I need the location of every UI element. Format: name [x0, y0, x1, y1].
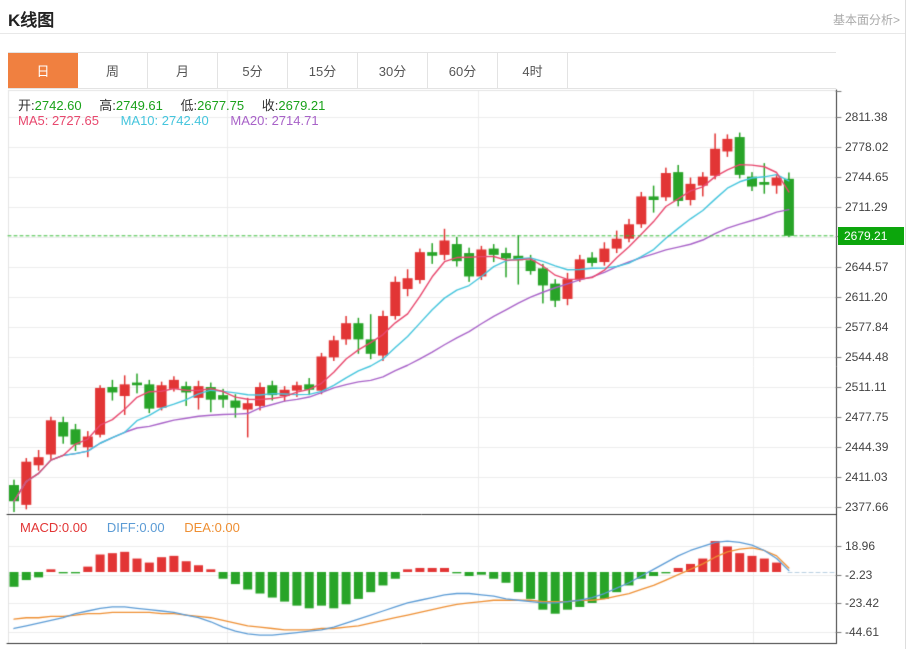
price-axis-label: 2577.84: [845, 319, 889, 334]
price-axis-label: 2611.20: [845, 289, 888, 304]
diff-value: DIFF:0.00: [106, 520, 165, 535]
macd-axis-label: -2.23: [845, 567, 873, 582]
price-axis-label: 2544.48: [845, 349, 889, 364]
price-axis-label: 2644.57: [845, 259, 889, 274]
price-axis-label: 2511.11: [845, 379, 887, 394]
ohlc-legend: 开:2742.60 高:2749.61 低:2677.75 收:2679.21: [18, 95, 325, 114]
close-value: 2679.21: [278, 98, 326, 113]
kline-page: K线图 基本面分析> 日周月 5分 15分 30分 60分 4时 开:2742.60 高:…: [0, 0, 906, 649]
header: K线图 基本面分析>: [0, 0, 905, 34]
low-label: 低:: [180, 98, 198, 113]
period-tab-15分[interactable]: 15分: [288, 53, 358, 88]
ma10-legend: MA10: 2742.40: [120, 113, 209, 128]
price-axis-label: 2811.38: [845, 109, 888, 124]
period-tab-4时[interactable]: 4时: [498, 53, 568, 88]
price-axis-label: 2778.02: [845, 139, 889, 154]
period-tab-月[interactable]: 月: [148, 53, 218, 88]
period-tabs: 日周月 5分 15分 30分 60分 4时: [8, 52, 836, 89]
price-axis-label: 2477.75: [845, 409, 889, 424]
dea-value: DEA:0.00: [184, 520, 240, 535]
tabs-filler: [568, 53, 836, 88]
last-price-badge: 2679.21: [838, 227, 904, 245]
macd-axis-label: -44.61: [845, 625, 880, 639]
fundamental-analysis-link[interactable]: 基本面分析>: [833, 11, 900, 28]
ma-legend: MA5: 2727.65 MA10: 2742.40 MA20: 2714.71: [18, 113, 337, 128]
price-axis-label: 2444.39: [845, 439, 889, 454]
ma5-legend: MA5: 2727.65: [18, 113, 99, 128]
period-tab-5分[interactable]: 5分: [218, 53, 288, 88]
price-axis-label: 2411.03: [845, 469, 888, 484]
close-label: 收:: [261, 98, 279, 113]
period-tab-周[interactable]: 周: [78, 53, 148, 88]
low-value: 2677.75: [197, 98, 245, 113]
macd-value: MACD:0.00: [20, 520, 88, 535]
open-value: 2742.60: [34, 98, 82, 113]
price-axis-label: 2377.66: [845, 499, 889, 514]
high-value: 2749.61: [115, 98, 163, 113]
open-label: 开:: [18, 98, 35, 113]
price-axis-label: 2711.29: [845, 199, 888, 214]
macd-axis-label: -23.42: [845, 596, 880, 611]
macd-legend: MACD:0.00 DIFF:0.00 DEA:0.00: [20, 520, 256, 535]
high-label: 高:: [99, 98, 116, 113]
macd-axis-label: 18.96: [845, 539, 876, 554]
period-tab-日[interactable]: 日: [8, 53, 78, 88]
page-title: K线图: [8, 11, 55, 30]
period-tab-60分[interactable]: 60分: [428, 53, 498, 88]
period-tab-30分[interactable]: 30分: [358, 53, 428, 88]
ma20-legend: MA20: 2714.71: [230, 113, 319, 128]
price-axis-label: 2744.65: [845, 169, 889, 184]
